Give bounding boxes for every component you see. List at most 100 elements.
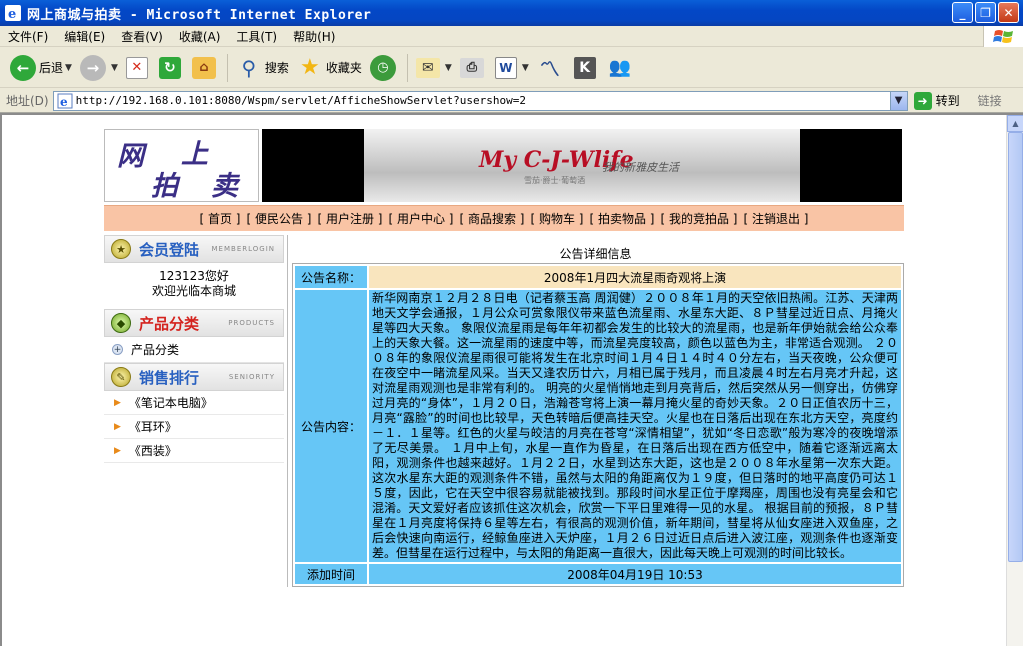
restore-button[interactable]: ❐: [975, 2, 996, 23]
chevron-down-icon[interactable]: ▼: [111, 63, 118, 73]
web-page: 网 上 拍 卖 My C-J-Wlife 我的新雅皮生活 雪茄·爵士·葡萄酒 […: [104, 129, 904, 587]
welcome-text: 欢迎光临本商城: [151, 284, 236, 298]
nav-logout[interactable]: [ 注销退出 ]: [741, 210, 812, 227]
logo-char: 上: [181, 139, 208, 170]
svg-text:e: e: [8, 7, 16, 21]
nav-register[interactable]: [ 用户注册 ]: [315, 210, 386, 227]
ranking-item-label: 《耳环》: [128, 420, 177, 434]
ranking-header: ✎ 销售排行 SENIORITY: [104, 363, 284, 391]
ranking-icon: ✎: [111, 367, 131, 387]
browser-toolbar: ← 后退 ▼ → ▼ ✕ ↻ ⌂ ⚲ 搜索 ★ 收藏夹 ◷ ✉ ▼ ⎙ W ▼ …: [0, 48, 1023, 88]
scroll-up-icon[interactable]: ▲: [1007, 115, 1023, 132]
close-button[interactable]: ✕: [998, 2, 1019, 23]
logo-char: 拍: [151, 171, 178, 202]
chevron-down-icon[interactable]: ▼: [522, 63, 529, 73]
stop-button[interactable]: ✕: [122, 51, 155, 85]
category-icon: ◆: [111, 313, 131, 333]
chevron-down-icon[interactable]: ▼: [445, 63, 452, 73]
notice-panel: 公告详细信息 公告名称： 2008年1月四大流星雨奇观将上演 公告内容： 新华网…: [287, 235, 904, 587]
links-button[interactable]: 链接: [978, 92, 1002, 109]
svg-text:e: e: [60, 95, 68, 109]
notice-name-label: 公告名称：: [295, 266, 367, 288]
expand-icon[interactable]: +: [112, 344, 123, 355]
nav-cart[interactable]: [ 购物车 ]: [528, 210, 587, 227]
mail-icon: ✉: [415, 57, 440, 78]
edit-button[interactable]: W ▼: [491, 51, 533, 85]
vertical-scrollbar[interactable]: ▲: [1006, 115, 1023, 646]
windows-flag-icon: [983, 26, 1023, 47]
logo-char: 卖: [211, 171, 238, 202]
menu-edit[interactable]: 编辑(E): [56, 28, 113, 45]
menu-tools[interactable]: 工具(T): [228, 28, 285, 45]
nav-user-center[interactable]: [ 用户中心 ]: [386, 210, 457, 227]
logo-char: 网: [117, 141, 144, 172]
ranking-item[interactable]: ▶ 《耳环》: [104, 415, 284, 439]
go-label: 转到: [935, 94, 960, 108]
messenger-icon: 👥: [608, 57, 631, 78]
bird-icon: 〽: [539, 57, 560, 81]
menu-file[interactable]: 文件(F): [0, 28, 56, 45]
favorites-button[interactable]: ★ 收藏夹: [293, 51, 366, 85]
history-button[interactable]: ◷: [366, 51, 403, 85]
sidebar: ★ 会员登陆 MEMBERLOGIN 123123您好 欢迎光临本商城 ◆ 产品…: [104, 235, 284, 587]
category-item[interactable]: + 产品分类: [104, 337, 284, 363]
address-input[interactable]: e http://192.168.0.101:8080/Wspm/servlet…: [52, 90, 908, 111]
site-banner: 网 上 拍 卖 My C-J-Wlife 我的新雅皮生活 雪茄·爵士·葡萄酒: [104, 129, 904, 205]
messenger-button[interactable]: 👥: [603, 51, 640, 85]
search-label: 搜索: [264, 61, 289, 75]
menu-bar: 文件(F) 编辑(E) 查看(V) 收藏(A) 工具(T) 帮助(H): [0, 26, 1023, 47]
print-button[interactable]: ⎙: [456, 51, 491, 85]
notice-table: 公告名称： 2008年1月四大流星雨奇观将上演 公告内容： 新华网南京１２月２８…: [292, 263, 904, 587]
nav-auction[interactable]: [ 拍卖物品 ]: [587, 210, 658, 227]
banner-center: My C-J-Wlife 我的新雅皮生活 雪茄·爵士·葡萄酒: [364, 129, 800, 202]
table-row: 公告名称： 2008年1月四大流星雨奇观将上演: [295, 266, 901, 288]
search-icon: ⚲: [241, 55, 257, 80]
scroll-thumb[interactable]: [1008, 132, 1023, 562]
ranking-item[interactable]: ▶ 《西装》: [104, 439, 284, 463]
ranking-item-label: 《笔记本电脑》: [128, 396, 213, 410]
printer-icon: ⎙: [459, 57, 484, 78]
back-label: 后退: [39, 61, 64, 75]
nav-search[interactable]: [ 商品搜索 ]: [457, 210, 528, 227]
notice-content-label: 公告内容：: [295, 290, 367, 562]
nav-my-bids[interactable]: [ 我的竞拍品 ]: [658, 210, 741, 227]
address-label: 地址(D): [6, 94, 49, 108]
menu-help[interactable]: 帮助(H): [285, 28, 343, 45]
k-button[interactable]: K: [570, 51, 603, 85]
forward-button[interactable]: → ▼: [76, 51, 122, 85]
nav-notice[interactable]: [ 便民公告 ]: [244, 210, 315, 227]
history-icon: ◷: [369, 54, 396, 81]
refresh-icon: ↻: [158, 56, 181, 79]
discuss-button[interactable]: 〽: [533, 51, 570, 85]
minimize-button[interactable]: _: [952, 2, 973, 23]
refresh-button[interactable]: ↻: [155, 51, 188, 85]
ranking-title: 销售排行: [139, 368, 200, 387]
menu-favorites[interactable]: 收藏(A): [171, 28, 229, 45]
k-icon: K: [573, 56, 596, 79]
search-button[interactable]: ⚲ 搜索: [232, 51, 293, 85]
chevron-down-icon[interactable]: ▼: [65, 63, 72, 73]
back-arrow-icon: ←: [10, 54, 36, 81]
go-button[interactable]: ➜ 转到: [913, 91, 960, 110]
member-login-title: 会员登陆: [139, 240, 200, 259]
home-button[interactable]: ⌂: [188, 51, 223, 85]
mail-button[interactable]: ✉ ▼: [412, 51, 456, 85]
home-icon: ⌂: [191, 56, 216, 79]
url-text[interactable]: http://192.168.0.101:8080/Wspm/servlet/A…: [76, 94, 890, 107]
page-icon: e: [57, 93, 73, 109]
member-login-en: MEMBERLOGIN: [211, 245, 275, 253]
toolbar-separator: [406, 53, 408, 82]
address-bar: 地址(D) e http://192.168.0.101:8080/Wspm/s…: [0, 89, 1023, 113]
category-title: 产品分类: [139, 314, 200, 333]
menu-view[interactable]: 查看(V): [113, 28, 171, 45]
arrow-right-icon: ▶: [114, 397, 121, 408]
nav-home[interactable]: [ 首页 ]: [197, 210, 244, 227]
chevron-down-icon[interactable]: ▼: [889, 91, 907, 110]
ranking-item[interactable]: ▶ 《笔记本电脑》: [104, 391, 284, 415]
window-title: 网上商城与拍卖 - Microsoft Internet Explorer: [27, 7, 372, 23]
back-button[interactable]: ← 后退 ▼: [6, 51, 76, 85]
category-en: PRODUCTS: [228, 319, 275, 327]
site-logo[interactable]: 网 上 拍 卖: [104, 129, 259, 202]
category-item-label: 产品分类: [131, 343, 180, 357]
user-greeting: 123123您好: [159, 269, 229, 283]
